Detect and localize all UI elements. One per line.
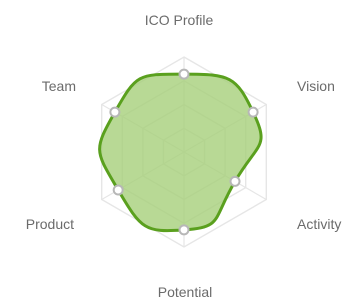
axis-label-vision: Vision — [297, 78, 335, 94]
radar-series — [98, 72, 263, 233]
axis-label-product: Product — [26, 216, 74, 232]
data-point-potential[interactable] — [178, 224, 190, 236]
series-area-0 — [98, 72, 263, 233]
radar-chart: ICO Profile Vision Activity Potential Pr… — [26, 12, 342, 300]
data-point-team[interactable] — [109, 106, 121, 118]
data-point-ico-profile[interactable] — [178, 68, 190, 80]
axis-label-potential: Potential — [158, 284, 212, 300]
data-point-vision[interactable] — [247, 106, 259, 118]
axis-label-activity: Activity — [297, 216, 341, 232]
data-point-activity[interactable] — [229, 175, 241, 187]
data-point-product[interactable] — [112, 184, 124, 196]
axis-label-ico-profile: ICO Profile — [145, 12, 214, 28]
axis-label-team: Team — [42, 78, 76, 94]
